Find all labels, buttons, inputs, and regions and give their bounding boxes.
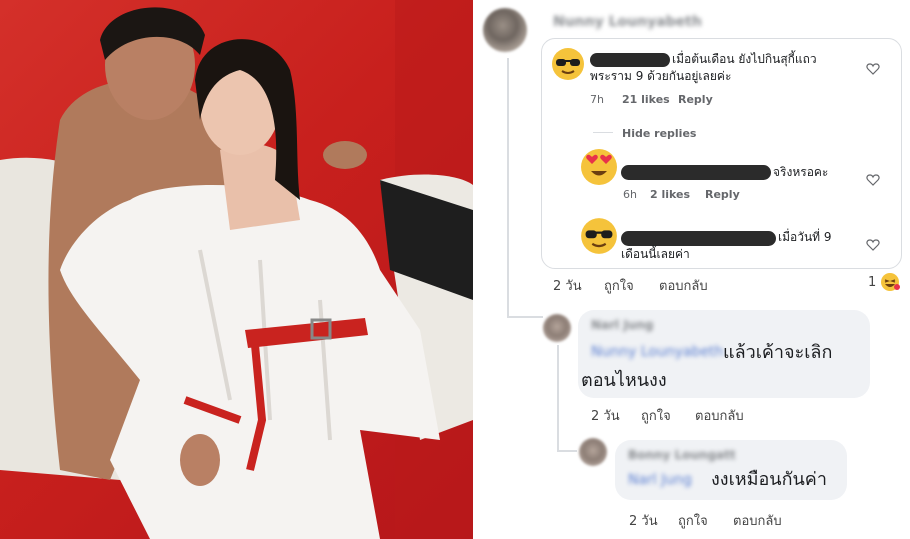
redacted-name — [590, 53, 670, 67]
comment-text: พระราม 9 ด้วยกันอยู่เลยค่ะ — [590, 69, 732, 83]
couple-photo-illustration — [0, 0, 473, 539]
like-heart-icon[interactable] — [866, 238, 880, 252]
thread-connector — [557, 450, 577, 452]
comment-text: เมื่อวันที่ 9 — [778, 230, 832, 244]
redacted-name — [621, 165, 771, 180]
reply-text: งงเหมือนกันค่า — [711, 469, 827, 490]
comment-time: 7h — [590, 93, 604, 106]
hide-replies-button[interactable]: Hide replies — [622, 127, 696, 140]
reply-button[interactable]: ตอบกลับ — [733, 510, 782, 531]
reply-author-avatar[interactable] — [579, 438, 607, 466]
comment-time: 2 วัน — [629, 514, 658, 529]
haha-reaction-icon[interactable] — [880, 272, 900, 292]
comment-time: 2 วัน — [591, 409, 620, 424]
like-button[interactable]: ถูกใจ — [678, 510, 708, 531]
top-author-name[interactable]: Nunny Lounyabeth — [553, 14, 702, 30]
comment-likes[interactable]: 21 likes — [622, 93, 670, 106]
heart-eyes-emoji-icon — [581, 149, 617, 185]
comment-text: เมื่อต้นเดือน ยังไปกินสุกี้แถว — [672, 52, 817, 66]
redacted-name — [621, 231, 776, 246]
reply-button[interactable]: ตอบกลับ — [695, 405, 744, 426]
mention-link[interactable]: Nunny Lounyabeth — [591, 344, 723, 360]
thread-line — [507, 58, 509, 316]
reaction-count[interactable]: 1 — [868, 275, 876, 290]
mention-link[interactable]: Narl Jung — [628, 472, 692, 488]
thread-connector — [507, 316, 543, 318]
hide-replies-line — [593, 132, 613, 133]
comment-likes[interactable]: 2 likes — [650, 188, 690, 201]
top-author-avatar[interactable] — [483, 8, 527, 52]
comments-panel: Nunny Lounyabeth เมื่อต้นเดือน ยังไปกินส… — [473, 0, 910, 539]
thread-line — [557, 345, 559, 450]
like-heart-icon[interactable] — [866, 173, 880, 187]
fashion-photo — [0, 0, 473, 539]
reply-button[interactable]: ตอบกลับ — [659, 275, 708, 296]
like-button[interactable]: ถูกใจ — [604, 275, 634, 296]
reply-button[interactable]: Reply — [678, 93, 713, 106]
sunglasses-emoji-icon — [552, 48, 584, 80]
comment-text: เดือนนี้เลยค่า — [621, 247, 690, 261]
reply-text: แล้วเค้าจะเลิก — [723, 342, 833, 363]
sunglasses-emoji-icon — [581, 218, 617, 254]
reply-author-name[interactable]: Narl Jung — [591, 318, 654, 332]
comment-time: 2 วัน — [553, 279, 582, 294]
reply-author-name[interactable]: Bonny Loungatt — [628, 448, 736, 462]
comment-text: จริงหรอคะ — [773, 165, 829, 179]
like-button[interactable]: ถูกใจ — [641, 405, 671, 426]
comment-time: 6h — [623, 188, 637, 201]
like-heart-icon[interactable] — [866, 62, 880, 76]
reply-author-avatar[interactable] — [543, 314, 571, 342]
reply-button[interactable]: Reply — [705, 188, 740, 201]
reply-text: ตอนไหนงง — [581, 370, 667, 391]
